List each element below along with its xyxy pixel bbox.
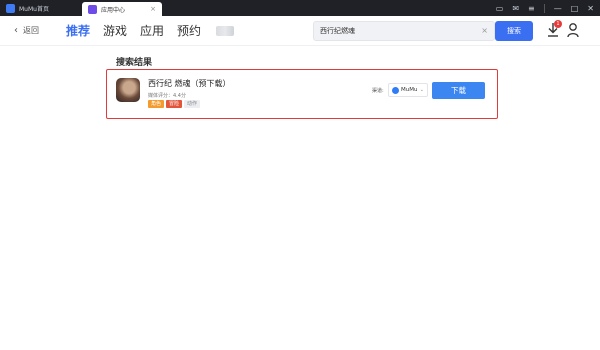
app-rating: 媒体评分：4.4分: [148, 93, 186, 99]
tab-recommend[interactable]: 推荐: [66, 22, 90, 39]
tab-reserve[interactable]: 预约: [177, 22, 201, 39]
channel-label: 渠道:: [372, 88, 384, 94]
tab-label: MuMu首页: [19, 5, 49, 13]
search-box[interactable]: ×: [313, 21, 495, 41]
search-result-card[interactable]: 西行纪 燃魂（预下载） 媒体评分：4.4分 角色 冒险 动作 渠道: MuMu …: [106, 69, 498, 119]
window-controls: ▭ ✉ ≡ — □ ✕: [496, 0, 600, 16]
user-icon[interactable]: [567, 22, 579, 38]
mumu-channel-icon: [392, 86, 399, 94]
menu-icon[interactable]: ≡: [528, 4, 535, 13]
back-button[interactable]: ‹ 返回: [14, 25, 39, 36]
minimize-icon[interactable]: —: [554, 4, 562, 13]
top-navbar: ‹ 返回 推荐 游戏 应用 预约 × 搜索 1: [0, 16, 600, 46]
channel-select[interactable]: MuMu ⌄: [388, 83, 428, 97]
window-titlebar: MuMu首页 应用中心 × ▭ ✉ ≡ — □ ✕: [0, 0, 600, 16]
close-window-icon[interactable]: ✕: [587, 4, 594, 13]
gamepad-icon[interactable]: ▭: [496, 4, 504, 13]
search-results-title: 搜索结果: [116, 58, 153, 68]
blurred-tab: [216, 25, 235, 36]
maximize-icon[interactable]: □: [571, 4, 579, 13]
tab-mumu-home[interactable]: MuMu首页: [0, 0, 82, 16]
app-center-logo-icon: [88, 4, 97, 14]
search-button[interactable]: 搜索: [495, 21, 533, 41]
tab-label: 应用中心: [101, 6, 126, 14]
chevron-down-icon: ⌄: [419, 87, 424, 93]
divider: [543, 3, 545, 13]
tag-adventure: 冒险: [166, 100, 183, 108]
tab-apps[interactable]: 应用: [140, 22, 164, 39]
channel-value: MuMu: [401, 87, 418, 93]
search-input[interactable]: [320, 27, 470, 35]
clear-icon[interactable]: ×: [481, 26, 488, 35]
notification-badge: 1: [554, 20, 562, 28]
tag-action: 动作: [184, 100, 201, 108]
download-button[interactable]: 下载: [432, 82, 485, 99]
app-tags: 角色 冒险 动作: [148, 100, 201, 108]
nav-tabs: 推荐 游戏 应用 预约: [66, 22, 235, 39]
tab-games[interactable]: 游戏: [103, 22, 127, 39]
back-label: 返回: [23, 26, 39, 35]
mail-icon[interactable]: ✉: [512, 4, 519, 13]
close-tab-icon[interactable]: ×: [150, 5, 156, 13]
tag-role: 角色: [148, 100, 165, 108]
mumu-logo-icon: [6, 3, 15, 13]
chevron-left-icon: ‹: [14, 24, 18, 36]
tab-app-center[interactable]: 应用中心 ×: [82, 2, 162, 16]
app-name[interactable]: 西行纪 燃魂（预下载）: [148, 78, 231, 89]
game-icon[interactable]: [116, 78, 140, 102]
